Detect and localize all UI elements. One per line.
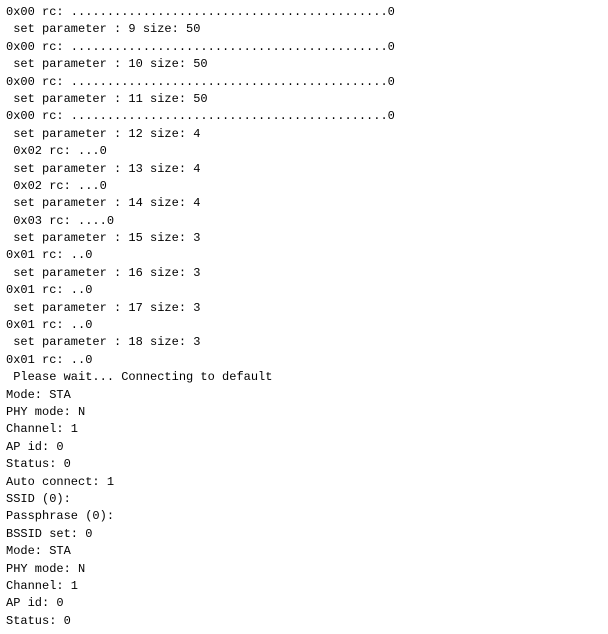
console-line: 0x02 rc: ...0 [6, 143, 602, 160]
console-line: Auto connect: 1 [6, 474, 602, 491]
console-line: set parameter : 17 size: 3 [6, 300, 602, 317]
console-line: 0x00 rc: ...............................… [6, 74, 602, 91]
console-line: set parameter : 14 size: 4 [6, 195, 602, 212]
console-line: 0x01 rc: ..0 [6, 317, 602, 334]
console-line: 0x01 rc: ..0 [6, 282, 602, 299]
console-line: set parameter : 10 size: 50 [6, 56, 602, 73]
console-line: Please wait... Connecting to default [6, 369, 602, 386]
console-line: 0x00 rc: ...............................… [6, 108, 602, 125]
console-line: PHY mode: N [6, 404, 602, 421]
console-line: set parameter : 12 size: 4 [6, 126, 602, 143]
console-line: set parameter : 9 size: 50 [6, 21, 602, 38]
console-line: 0x03 rc: ....0 [6, 213, 602, 230]
console-output: 0x00 rc: ...............................… [6, 4, 602, 630]
console-line: BSSID set: 0 [6, 526, 602, 543]
console-line: 0x00 rc: ...............................… [6, 39, 602, 56]
console-line: AP id: 0 [6, 439, 602, 456]
console-line: set parameter : 15 size: 3 [6, 230, 602, 247]
console-line: 0x02 rc: ...0 [6, 178, 602, 195]
console-line: set parameter : 16 size: 3 [6, 265, 602, 282]
console-line: Status: 0 [6, 456, 602, 473]
console-line: set parameter : 11 size: 50 [6, 91, 602, 108]
console-line: Mode: STA [6, 387, 602, 404]
console-line: Status: 0 [6, 613, 602, 630]
console-line: Channel: 1 [6, 421, 602, 438]
console-line: Mode: STA [6, 543, 602, 560]
console-line: Passphrase (0): [6, 508, 602, 525]
console-line: 0x00 rc: ...............................… [6, 4, 602, 21]
console-line: set parameter : 18 size: 3 [6, 334, 602, 351]
console-line: 0x01 rc: ..0 [6, 247, 602, 264]
console-line: 0x01 rc: ..0 [6, 352, 602, 369]
console-line: AP id: 0 [6, 595, 602, 612]
console-line: set parameter : 13 size: 4 [6, 161, 602, 178]
console-line: SSID (0): [6, 491, 602, 508]
console-line: Channel: 1 [6, 578, 602, 595]
console-line: PHY mode: N [6, 561, 602, 578]
